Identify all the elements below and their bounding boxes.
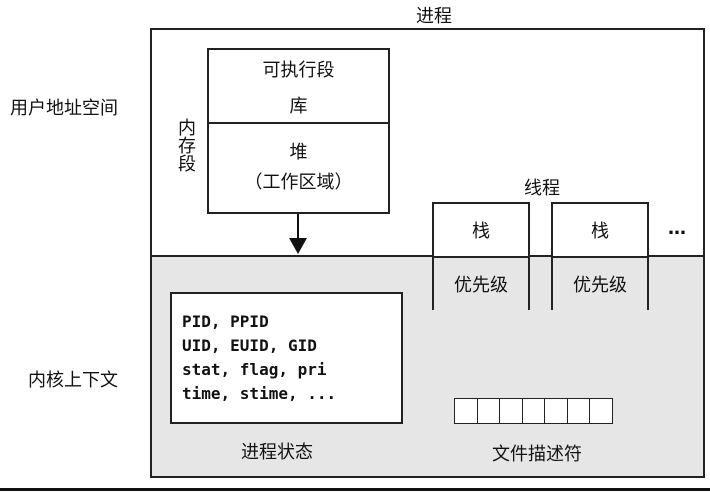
executable-segment-label: 可执行段 bbox=[262, 60, 335, 81]
library-segment: 库 bbox=[207, 88, 390, 124]
memory-segment-label: 内存段 bbox=[175, 118, 196, 172]
process-state-line: stat, flag, pri bbox=[182, 360, 327, 379]
kernel-context-label: 内核上下文 bbox=[28, 370, 118, 391]
process-state-line: PID, PPID bbox=[182, 312, 269, 331]
process-state-box: PID, PPID UID, EUID, GID stat, flag, pri… bbox=[170, 292, 403, 424]
heap-label: 堆 bbox=[289, 142, 308, 163]
threads-ellipsis: … bbox=[668, 218, 686, 239]
file-descriptor-cell bbox=[521, 398, 546, 424]
heap-segment: 堆 （工作区域） bbox=[207, 122, 390, 214]
file-descriptor-cell bbox=[499, 398, 523, 424]
process-state-line: UID, EUID, GID bbox=[182, 336, 317, 355]
thread-box: 栈 优先级 bbox=[432, 202, 530, 310]
executable-segment: 可执行段 bbox=[207, 48, 390, 90]
threads-label: 线程 bbox=[524, 178, 560, 199]
process-state-line: time, stime, ... bbox=[182, 384, 337, 403]
process-state-caption: 进程状态 bbox=[241, 442, 313, 463]
thread-box: 栈 优先级 bbox=[551, 202, 649, 310]
thread-stack: 栈 bbox=[553, 204, 647, 258]
bottom-rule bbox=[0, 488, 710, 491]
file-descriptor-caption: 文件描述符 bbox=[492, 444, 582, 465]
library-segment-label: 库 bbox=[289, 96, 308, 117]
file-descriptor-cell bbox=[544, 398, 568, 424]
file-descriptor-cell bbox=[566, 398, 591, 424]
thread-stack: 栈 bbox=[434, 204, 528, 258]
file-descriptor-cell bbox=[476, 398, 501, 424]
heap-sublabel: （工作区域） bbox=[244, 172, 353, 193]
user-space-label: 用户地址空间 bbox=[10, 98, 118, 119]
file-descriptor-table bbox=[454, 398, 613, 424]
heap-growth-arrow-line bbox=[297, 214, 299, 240]
heap-growth-arrow-head bbox=[289, 238, 307, 254]
file-descriptor-cell bbox=[589, 398, 613, 424]
thread-priority: 优先级 bbox=[434, 258, 528, 310]
diagram-title: 进程 bbox=[416, 6, 452, 27]
thread-priority: 优先级 bbox=[553, 258, 647, 310]
file-descriptor-cell bbox=[454, 398, 478, 424]
